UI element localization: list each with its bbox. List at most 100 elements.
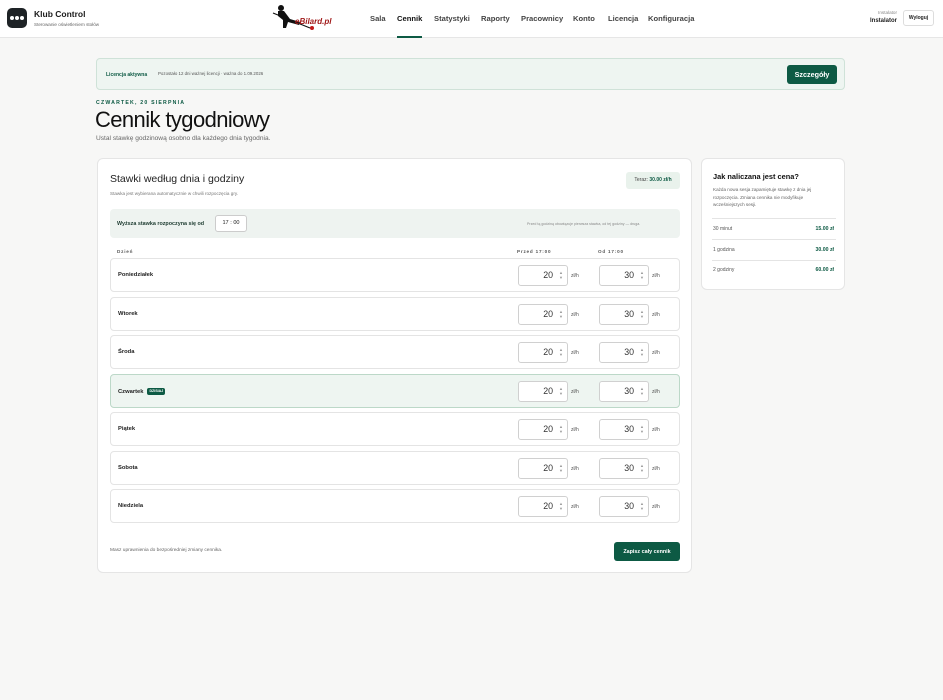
permissions-note: Masz uprawnienia do bezpośredniej zmiany… xyxy=(110,548,223,553)
top-bar: Klub Control Sterowanie oświetleniem sto… xyxy=(0,0,943,38)
rate-after-input[interactable]: 30 ▲ ▼ xyxy=(599,380,649,402)
pricing-info-card: Jak naliczana jest cena? Każda nowa sesj… xyxy=(701,158,845,290)
day-rate-row: Środa 20 ▲ ▼ zł/h 30 ▲ ▼ zł/h xyxy=(110,335,680,369)
spinner-arrows-icon[interactable]: ▲ ▼ xyxy=(640,501,644,511)
logout-button[interactable]: Wyloguj xyxy=(903,10,934,26)
unit-label: zł/h xyxy=(652,350,660,356)
threshold-box: Wyższa stawka rozpoczyna się od 17 : 00 … xyxy=(110,209,680,238)
divider xyxy=(712,218,836,219)
day-label: Środa xyxy=(118,349,135,355)
day-rate-row: Piątek 20 ▲ ▼ zł/h 30 ▲ ▼ zł/h xyxy=(110,412,680,446)
rate-after-input[interactable]: 30 ▲ ▼ xyxy=(599,303,649,325)
day-name: Piątek xyxy=(118,426,135,432)
day-name: Środa xyxy=(118,349,134,355)
unit-label: zł/h xyxy=(571,388,579,395)
column-header-before: Przed 17:00 xyxy=(517,249,552,254)
rate-after-value: 30 xyxy=(624,424,634,434)
unit-label: zł/h xyxy=(652,504,660,510)
save-pricing-button[interactable]: Zapisz cały cennik xyxy=(614,542,680,561)
nav-cennik[interactable]: Cennik xyxy=(397,0,423,38)
rate-after-input[interactable]: 30 ▲ ▼ xyxy=(599,265,649,286)
license-banner: Licencja aktywna Pozostało 12 dni ważnej… xyxy=(96,58,845,90)
current-rate-value: 30.00 zł/h xyxy=(649,177,672,183)
current-rate-label: Teraz: xyxy=(634,177,648,183)
example-label: 2 godziny xyxy=(713,267,735,273)
rate-before-value: 20 xyxy=(543,424,553,434)
current-date: Czwartek, 20 sierpnia xyxy=(96,100,186,106)
example-value: 15.00 zł xyxy=(815,226,834,232)
spinner-arrows-icon[interactable]: ▲ ▼ xyxy=(640,386,644,396)
spinner-arrows-icon[interactable]: ▲ ▼ xyxy=(640,424,644,434)
divider xyxy=(712,239,836,240)
rate-before-value: 20 xyxy=(543,385,553,396)
unit-label: zł/h xyxy=(571,504,579,510)
spinner-arrows-icon[interactable]: ▲ ▼ xyxy=(559,347,563,357)
rate-after-value: 30 xyxy=(624,462,634,473)
rate-before-input[interactable]: 20 ▲ ▼ xyxy=(518,303,568,325)
rate-before-input[interactable]: 20 ▲ ▼ xyxy=(518,265,568,286)
day-label: Piątek xyxy=(118,426,136,432)
rate-before-input[interactable]: 20 ▲ ▼ xyxy=(518,342,568,363)
license-details-button[interactable]: Szczegóły xyxy=(787,65,837,84)
brand-subtitle: Sterowanie oświetleniem stołów xyxy=(34,22,100,27)
spinner-arrows-icon[interactable]: ▲ ▼ xyxy=(640,270,644,280)
nav-konfiguracja[interactable]: Konfiguracja xyxy=(648,0,694,38)
rate-after-input[interactable]: 30 ▲ ▼ xyxy=(599,419,649,440)
spinner-arrows-icon[interactable]: ▲ ▼ xyxy=(559,463,563,473)
column-header-after: Od 17:00 xyxy=(598,249,624,254)
nav-pracownicy[interactable]: Pracownicy xyxy=(521,0,563,38)
rate-before-input[interactable]: 20 ▲ ▼ xyxy=(518,380,568,402)
page-subtitle: Ustal stawkę godzinową osobno dla każdeg… xyxy=(96,135,271,142)
day-label: Poniedziałek xyxy=(118,272,154,278)
spinner-arrows-icon[interactable]: ▲ ▼ xyxy=(559,386,563,396)
brand-title: Klub Control xyxy=(34,9,86,19)
unit-label: zł/h xyxy=(571,465,579,472)
day-name: Sobota xyxy=(118,465,138,471)
day-label: Niedziela xyxy=(118,503,144,509)
column-header-day: Dzień xyxy=(117,249,134,254)
day-label: Sobota xyxy=(118,464,138,471)
spinner-arrows-icon[interactable]: ▲ ▼ xyxy=(559,309,563,319)
spinner-arrows-icon[interactable]: ▲ ▼ xyxy=(640,309,644,319)
threshold-note: Przed tą godziną obowiązuje pierwsza sta… xyxy=(527,222,641,226)
nav-licencja[interactable]: Licencja xyxy=(608,0,638,38)
day-name: Niedziela xyxy=(118,503,143,509)
rate-after-input[interactable]: 30 ▲ ▼ xyxy=(599,342,649,363)
unit-label: zł/h xyxy=(571,350,579,356)
example-value: 60.00 zł xyxy=(815,267,834,273)
unit-label: zł/h xyxy=(652,388,660,395)
rates-subtitle: Stawka jest wybierana automatycznie w ch… xyxy=(110,191,239,196)
rate-before-input[interactable]: 20 ▲ ▼ xyxy=(518,419,568,440)
rate-before-value: 20 xyxy=(543,347,553,357)
rate-after-input[interactable]: 30 ▲ ▼ xyxy=(599,496,649,517)
day-rate-row: Sobota 20 ▲ ▼ zł/h 30 ▲ ▼ zł/h xyxy=(110,450,680,485)
nav-statystyki[interactable]: Statystyki xyxy=(434,0,470,38)
threshold-time-input[interactable]: 17 : 00 xyxy=(215,215,247,232)
unit-label: zł/h xyxy=(652,311,660,318)
example-value: 30.00 zł xyxy=(815,247,834,253)
unit-label: zł/h xyxy=(652,273,660,279)
nav-sala[interactable]: Sala xyxy=(370,0,386,38)
nav-raporty[interactable]: Raporty xyxy=(481,0,510,38)
nav-konto[interactable]: Konto xyxy=(573,0,595,38)
spinner-arrows-icon[interactable]: ▲ ▼ xyxy=(640,463,644,473)
rate-before-input[interactable]: 20 ▲ ▼ xyxy=(518,457,568,479)
divider xyxy=(712,260,836,261)
rate-after-input[interactable]: 30 ▲ ▼ xyxy=(599,457,649,479)
spinner-arrows-icon[interactable]: ▲ ▼ xyxy=(559,424,563,434)
unit-label: zł/h xyxy=(571,273,579,279)
example-label: 1 godzina xyxy=(713,247,735,253)
rate-after-value: 30 xyxy=(624,270,634,280)
example-label: 30 minut xyxy=(713,226,733,232)
spinner-arrows-icon[interactable]: ▲ ▼ xyxy=(640,347,644,357)
rate-before-input[interactable]: 20 ▲ ▼ xyxy=(518,496,568,517)
rate-after-value: 30 xyxy=(624,308,634,319)
rate-before-value: 20 xyxy=(543,270,553,280)
user-name: Instalator xyxy=(869,18,897,24)
day-rate-row: Czwartek DZISIAJ 20 ▲ ▼ zł/h 30 ▲ ▼ zł/h xyxy=(110,373,680,408)
spinner-arrows-icon[interactable]: ▲ ▼ xyxy=(559,270,563,280)
license-status: Licencja aktywna xyxy=(106,72,148,78)
spinner-arrows-icon[interactable]: ▲ ▼ xyxy=(559,501,563,511)
day-label: Czwartek xyxy=(118,388,144,395)
rate-before-value: 20 xyxy=(543,462,553,473)
